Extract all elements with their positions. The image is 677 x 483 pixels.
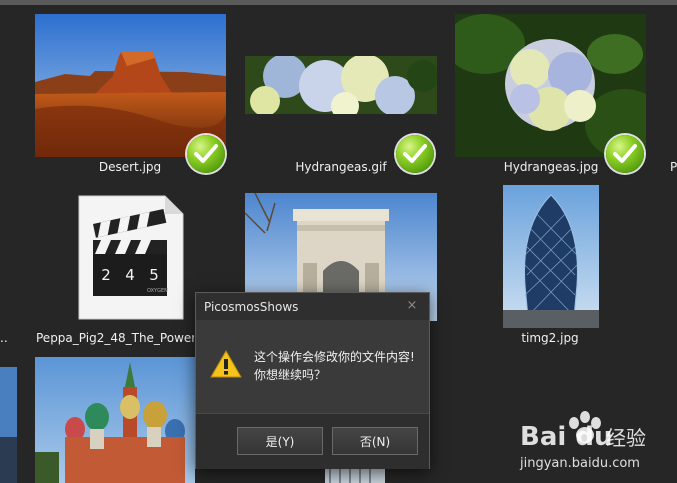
close-icon[interactable]: × xyxy=(402,297,422,315)
edge-caption-fragment: P xyxy=(670,160,677,174)
dialog-title: PicosmosShows xyxy=(204,300,299,314)
dialog-message: 这个操作会修改你的文件内容! 你想继续吗？ xyxy=(254,348,415,384)
watermark-brand: Bai du xyxy=(520,422,612,452)
baidu-watermark: Bai du 经验 jingyan.baidu.com xyxy=(518,405,668,475)
dialog-footer: 是(Y) 否(N) xyxy=(196,413,429,469)
clapper-label: OXYGEN xyxy=(147,288,168,294)
clapper-digit: 2 xyxy=(101,266,111,284)
no-button[interactable]: 否(N) xyxy=(332,427,418,455)
confirm-dialog: PicosmosShows × 这个操作会修改你的文件内容! 你想继续吗？ 是(… xyxy=(195,292,430,469)
warning-icon xyxy=(210,350,242,378)
dialog-body: 这个操作会修改你的文件内容! 你想继续吗？ xyxy=(196,320,429,412)
thumbnail-hydrangeas-gif[interactable] xyxy=(245,56,437,114)
clapper-digit: 4 xyxy=(125,266,135,284)
dialog-message-line: 你想继续吗？ xyxy=(254,368,327,382)
thumbnail-caption: Hydrangeas.jpg xyxy=(503,160,599,174)
dialog-message-line: 这个操作会修改你的文件内容! xyxy=(254,350,415,364)
thumbnail-caption: Desert.jpg xyxy=(98,160,162,174)
top-scroll-strip xyxy=(0,0,677,5)
yes-button[interactable]: 是(Y) xyxy=(237,427,323,455)
thumbnail-st-basils[interactable] xyxy=(35,357,195,483)
thumbnail-caption: Hydrangeas.gif xyxy=(295,160,387,174)
thumbnail-caption: timg2.jpg xyxy=(521,331,579,345)
edge-caption-fragment: .. xyxy=(0,331,8,345)
thumbnail-peppa-video[interactable]: 2 4 5 OXYGEN xyxy=(77,194,185,321)
thumbnail-partial-left[interactable] xyxy=(0,367,17,483)
thumbnail-caption: Peppa_Pig2_48_The_Power xyxy=(36,331,194,345)
thumbnail-gherkin[interactable] xyxy=(503,185,599,328)
check-icon xyxy=(187,135,225,173)
thumbnail-desert[interactable] xyxy=(35,14,226,157)
dialog-title-bar[interactable]: PicosmosShows × xyxy=(196,293,429,320)
watermark-brand-suffix: 经验 xyxy=(606,426,646,450)
watermark-url: jingyan.baidu.com xyxy=(519,456,640,471)
clapper-digit: 5 xyxy=(149,266,159,284)
